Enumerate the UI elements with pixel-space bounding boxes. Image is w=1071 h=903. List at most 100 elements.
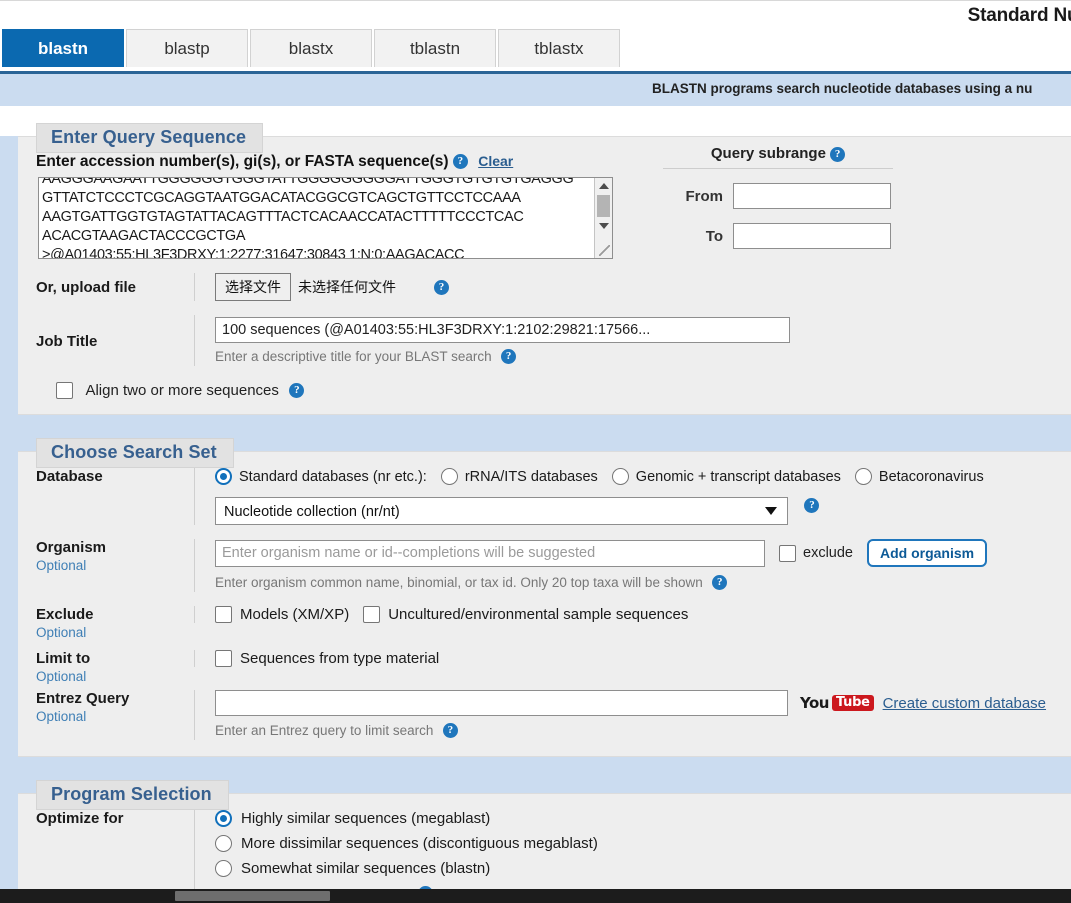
database-select[interactable]: Nucleotide collection (nr/nt) <box>215 497 788 525</box>
horizontal-scrollbar-thumb[interactable] <box>175 891 330 901</box>
scrollbar-thumb[interactable] <box>597 195 610 217</box>
exclude-uncultured-label: Uncultured/environmental sample sequence… <box>388 606 689 623</box>
tab-tblastx[interactable]: tblastx <box>498 29 620 67</box>
entrez-query-help-icon[interactable]: ? <box>442 723 458 739</box>
entrez-query-row: Entrez Query Optional You Tube Create cu… <box>18 690 1071 740</box>
job-title-input[interactable] <box>215 317 790 343</box>
job-title-hint-wrap: Enter a descriptive title for your BLAST… <box>215 348 1071 366</box>
organism-input[interactable] <box>215 539 765 567</box>
horizontal-scrollbar[interactable] <box>0 889 1071 903</box>
limit-type-material-checkbox[interactable] <box>215 650 232 667</box>
chevron-down-icon <box>765 507 777 515</box>
browser-viewport: Standard Nucleotide BLAST blastnblastpbl… <box>0 0 1071 889</box>
query-field-label-text: Enter accession number(s), gi(s), or FAS… <box>36 153 449 170</box>
scroll-up-icon[interactable] <box>595 178 612 194</box>
limit-to-optional-text: Optional <box>36 669 87 684</box>
query-subrange-title-text: Query subrange <box>710 145 826 162</box>
tab-blastx[interactable]: blastx <box>250 29 372 67</box>
limit-to-row: Limit to Optional Sequences from type ma… <box>18 650 1071 684</box>
optimize-for-control: Highly similar sequences (megablast) Mor… <box>194 810 1071 889</box>
database-select-value: Nucleotide collection (nr/nt) <box>224 504 400 520</box>
program-option-discontiguous-label: More dissimilar sequences (discontiguous… <box>241 835 598 852</box>
align-two-help-icon[interactable]: ? <box>289 383 305 399</box>
choose-file-button[interactable]: 选择文件 <box>215 273 291 301</box>
program-selection-legend: Program Selection <box>36 780 229 810</box>
program-option-blastn[interactable]: Somewhat similar sequences (blastn) <box>215 860 1071 877</box>
program-option-megablast[interactable]: Highly similar sequences (megablast) <box>215 810 1071 827</box>
query-subrange-panel: Query subrange ? From To <box>663 145 913 249</box>
search-set-legend: Choose Search Set <box>36 438 234 468</box>
exclude-models-label: Models (XM/XP) <box>240 606 350 623</box>
exclude-uncultured-checkbox[interactable] <box>363 606 381 623</box>
db-option-rrna[interactable]: rRNA/ITS databases <box>440 468 598 485</box>
entrez-query-optional-text: Optional <box>36 709 87 724</box>
optimize-for-label: Optimize for <box>36 810 124 827</box>
db-radio-standard[interactable] <box>215 468 232 485</box>
db-option-standard-label: Standard databases (nr etc.): <box>239 468 427 485</box>
program-description: BLASTN programs search nucleotide databa… <box>652 81 1033 96</box>
db-option-genomic-label: Genomic + transcript databases <box>635 468 841 485</box>
upload-file-control: 选择文件 未选择任何文件 ? <box>194 273 1071 301</box>
database-label: Database <box>36 468 103 485</box>
organism-optional-text: Optional <box>36 558 87 573</box>
program-option-blastn-label: Somewhat similar sequences (blastn) <box>241 860 491 877</box>
align-two-sequences-checkbox[interactable] <box>56 382 73 400</box>
exclude-optional-text: Optional <box>36 625 87 640</box>
subrange-from-input[interactable] <box>733 183 891 209</box>
tab-tblastn[interactable]: tblastn <box>374 29 496 67</box>
query-sequence-text: AAGGGAAGAATTGGGGGGTGGGTATTGGGGGGGGGATTGG… <box>42 177 574 259</box>
program-radio-megablast[interactable] <box>215 810 232 827</box>
program-radio-discontiguous[interactable] <box>215 835 232 852</box>
subrange-from-row: From <box>663 183 913 209</box>
db-option-genomic[interactable]: Genomic + transcript databases <box>611 468 841 485</box>
scroll-down-icon[interactable] <box>595 218 612 234</box>
upload-file-row: Or, upload file 选择文件 未选择任何文件 ? <box>18 273 1071 301</box>
form-body: Enter Query Sequence Enter accession num… <box>0 123 1071 889</box>
subrange-to-input[interactable] <box>733 223 891 249</box>
db-option-betacoronavirus[interactable]: Betacoronavirus <box>854 468 984 485</box>
organism-help-icon[interactable]: ? <box>712 575 728 591</box>
exclude-models-checkbox[interactable] <box>215 606 232 623</box>
db-radio-rrna[interactable] <box>440 468 458 485</box>
tab-blastp[interactable]: blastp <box>126 29 248 67</box>
program-description-band: BLASTN programs search nucleotide databa… <box>0 74 1071 106</box>
entrez-query-label: Entrez Query Optional <box>18 690 194 724</box>
program-radio-blastn[interactable] <box>215 860 232 877</box>
db-radio-betacoronavirus[interactable] <box>854 468 872 485</box>
enter-query-sequence-section: Enter Query Sequence Enter accession num… <box>18 123 1071 415</box>
organism-exclude-checkbox[interactable] <box>779 544 796 562</box>
job-title-help-icon[interactable]: ? <box>501 349 517 365</box>
align-two-sequences-row: Align two or more sequences ? <box>18 382 1071 400</box>
clear-link[interactable]: Clear <box>478 153 513 169</box>
upload-help-icon[interactable]: ? <box>434 279 449 295</box>
query-field-label: Enter accession number(s), gi(s), or FAS… <box>18 153 1071 171</box>
limit-to-label: Limit to Optional <box>18 650 194 684</box>
query-help-icon[interactable]: ? <box>452 154 468 170</box>
exclude-label-text: Exclude <box>36 606 94 623</box>
program-option-discontiguous[interactable]: More dissimilar sequences (discontiguous… <box>215 835 1071 852</box>
file-status-text: 未选择任何文件 <box>298 279 396 295</box>
tab-blastn[interactable]: blastn <box>2 29 124 67</box>
db-option-betacoronavirus-label: Betacoronavirus <box>878 468 984 485</box>
youtube-tube-text: Tube <box>831 695 874 711</box>
job-title-row: Job Title Enter a descriptive title for … <box>18 315 1071 366</box>
job-title-label: Job Title <box>36 332 98 350</box>
database-help-icon[interactable]: ? <box>804 497 820 513</box>
db-option-rrna-label: rRNA/ITS databases <box>464 468 598 485</box>
exclude-row: Exclude Optional Models (XM/XP) Uncultur… <box>18 606 1071 640</box>
program-option-megablast-label: Highly similar sequences (megablast) <box>241 810 491 827</box>
query-sequence-textarea[interactable]: AAGGGAAGAATTGGGGGGTGGGTATTGGGGGGGGGATTGG… <box>38 177 613 259</box>
upload-file-label: Or, upload file <box>36 279 137 296</box>
create-custom-database-link[interactable]: Create custom database <box>883 695 1046 712</box>
db-radio-genomic[interactable] <box>611 468 629 485</box>
program-selection-section: Program Selection Optimize for Highly si… <box>18 780 1071 889</box>
organism-label: Organism Optional <box>18 539 194 573</box>
subrange-help-icon[interactable]: ? <box>830 146 846 162</box>
organism-label-text: Organism <box>36 539 107 556</box>
limit-type-material-label: Sequences from type material <box>240 650 440 667</box>
add-organism-button[interactable]: Add organism <box>866 539 988 567</box>
db-option-standard[interactable]: Standard databases (nr etc.): <box>215 468 427 485</box>
youtube-icon: You Tube <box>800 694 874 712</box>
textarea-resize-grip[interactable] <box>597 243 611 257</box>
entrez-query-input[interactable] <box>215 690 788 716</box>
